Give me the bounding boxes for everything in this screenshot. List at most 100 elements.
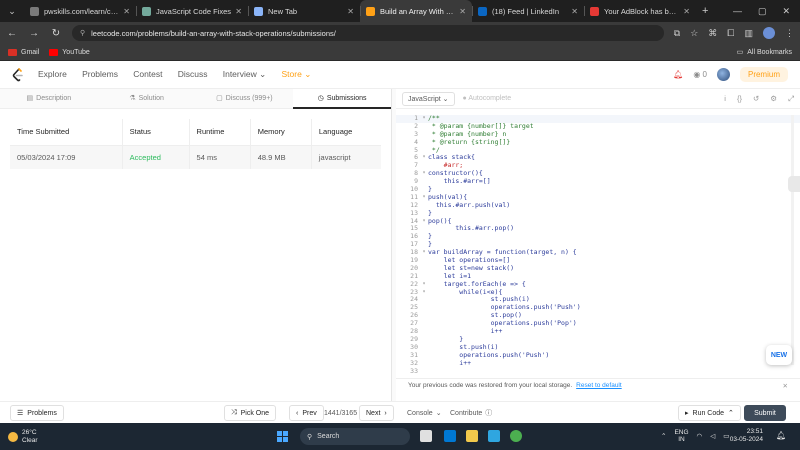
close-tab-icon[interactable]: ✕ bbox=[123, 7, 130, 16]
minimize-icon[interactable]: — bbox=[733, 6, 742, 17]
fold-chevron-icon[interactable]: ▾ bbox=[420, 281, 428, 289]
fold-chevron-icon[interactable] bbox=[420, 328, 428, 336]
new-feature-button[interactable]: NEW bbox=[766, 345, 792, 365]
browser-tab[interactable]: New Tab ✕ bbox=[248, 0, 360, 22]
windows-start-icon[interactable] bbox=[277, 431, 288, 442]
fold-chevron-icon[interactable]: ▾ bbox=[420, 170, 428, 178]
fold-chevron-icon[interactable] bbox=[420, 257, 428, 265]
browser-tab[interactable]: JavaScript Code Fixes ✕ bbox=[136, 0, 248, 22]
fold-chevron-icon[interactable] bbox=[420, 296, 428, 304]
fold-chevron-icon[interactable] bbox=[420, 202, 428, 210]
problems-button[interactable]: ☰ Problems bbox=[10, 405, 64, 421]
notification-center-icon[interactable]: 🔔︎ bbox=[776, 431, 786, 440]
next-button[interactable]: Next › bbox=[359, 405, 394, 421]
bookmark-star-icon[interactable]: ☆ bbox=[690, 28, 698, 39]
run-code-button[interactable]: ▸ Run Code ⌃ bbox=[678, 405, 741, 421]
nav-contest[interactable]: Contest bbox=[133, 69, 162, 79]
fold-chevron-icon[interactable] bbox=[420, 312, 428, 320]
tab-solution[interactable]: ⚗ Solution bbox=[98, 89, 196, 109]
browser-tab[interactable]: (18) Feed | LinkedIn ✕ bbox=[472, 0, 584, 22]
url-field[interactable]: ⚲ leetcode.com/problems/build-an-array-w… bbox=[72, 25, 664, 41]
fullscreen-icon[interactable]: ⤢ bbox=[788, 94, 794, 104]
fold-chevron-icon[interactable] bbox=[420, 123, 428, 131]
code-line[interactable]: 9 this.#arr=[] bbox=[396, 177, 800, 186]
user-avatar[interactable] bbox=[716, 68, 730, 81]
info-icon[interactable]: i bbox=[724, 94, 726, 104]
premium-button[interactable]: Premium bbox=[739, 67, 788, 82]
close-tab-icon[interactable]: ✕ bbox=[235, 7, 242, 16]
nav-problems[interactable]: Problems bbox=[82, 69, 118, 79]
code-line[interactable]: 12 this.#arr.push(val) bbox=[396, 201, 800, 210]
submit-button[interactable]: Submit bbox=[744, 405, 786, 421]
tab-search-icon[interactable]: ⌄ bbox=[0, 6, 24, 17]
back-icon[interactable]: ← bbox=[6, 28, 18, 39]
fold-chevron-icon[interactable]: ▾ bbox=[420, 154, 428, 162]
taskbar-clock[interactable]: 23:51 03-05-2024 bbox=[727, 428, 763, 444]
volume-icon[interactable]: ◁ bbox=[710, 432, 715, 440]
fold-chevron-icon[interactable]: ▾ bbox=[420, 218, 428, 226]
translate-icon[interactable]: ⧉ bbox=[674, 28, 680, 39]
edge-icon[interactable] bbox=[488, 430, 500, 442]
fold-chevron-icon[interactable] bbox=[420, 368, 428, 376]
tab-discuss[interactable]: ▢ Discuss (999+) bbox=[196, 89, 294, 109]
close-tab-icon[interactable]: ✕ bbox=[347, 7, 354, 16]
prev-button[interactable]: ‹ Prev bbox=[289, 405, 324, 421]
fold-chevron-icon[interactable] bbox=[420, 233, 428, 241]
fold-chevron-icon[interactable] bbox=[420, 147, 428, 155]
browser-tab[interactable]: Build an Array With Stack O ✕ bbox=[360, 0, 472, 22]
chrome-icon[interactable] bbox=[510, 430, 522, 442]
leetcode-logo-icon[interactable] bbox=[12, 67, 24, 82]
fold-chevron-icon[interactable] bbox=[420, 304, 428, 312]
wifi-icon[interactable]: ◠ bbox=[697, 432, 703, 440]
fold-chevron-icon[interactable]: ▾ bbox=[420, 115, 428, 123]
table-row[interactable]: 05/03/2024 17:09 Accepted 54 ms 48.9 MB … bbox=[10, 145, 381, 169]
task-view-icon[interactable] bbox=[420, 430, 432, 442]
all-bookmarks-button[interactable]: ▭ All Bookmarks bbox=[737, 48, 792, 57]
close-tab-icon[interactable]: ✕ bbox=[571, 7, 578, 16]
tab-submissions[interactable]: ◷ Submissions bbox=[293, 88, 391, 109]
braces-icon[interactable]: {} bbox=[737, 94, 742, 104]
file-explorer-icon[interactable] bbox=[466, 430, 478, 442]
fold-chevron-icon[interactable] bbox=[420, 273, 428, 281]
console-button[interactable]: Console ⌄ bbox=[407, 405, 442, 421]
fold-chevron-icon[interactable]: ▾ bbox=[420, 249, 428, 257]
side-drawer-handle[interactable] bbox=[788, 176, 800, 192]
bookmark-gmail[interactable]: Gmail bbox=[8, 48, 39, 56]
fold-chevron-icon[interactable] bbox=[420, 210, 428, 218]
editor-scrollbar[interactable] bbox=[791, 115, 794, 365]
code-line[interactable]: 33 bbox=[396, 367, 800, 376]
reset-to-default-link[interactable]: Reset to default bbox=[576, 382, 622, 389]
close-icon[interactable]: ✕ bbox=[783, 382, 788, 390]
fold-chevron-icon[interactable] bbox=[420, 241, 428, 249]
browser-menu-icon[interactable]: ⋮ bbox=[785, 28, 794, 39]
fold-chevron-icon[interactable] bbox=[420, 352, 428, 360]
sidepanel-icon[interactable]: ▥ bbox=[744, 28, 753, 39]
fold-chevron-icon[interactable] bbox=[420, 336, 428, 344]
reload-icon[interactable]: ↻ bbox=[50, 28, 62, 39]
close-tab-icon[interactable]: ✕ bbox=[683, 7, 690, 16]
taskbar-search[interactable]: ⚲ Search bbox=[300, 428, 410, 445]
fold-chevron-icon[interactable] bbox=[420, 178, 428, 186]
new-tab-button[interactable]: + bbox=[702, 5, 708, 17]
forward-icon[interactable]: → bbox=[28, 28, 40, 39]
fold-chevron-icon[interactable] bbox=[420, 225, 428, 233]
fold-chevron-icon[interactable] bbox=[420, 162, 428, 170]
fold-chevron-icon[interactable] bbox=[420, 186, 428, 194]
maximize-icon[interactable]: ▢ bbox=[758, 6, 767, 17]
code-line[interactable]: 13} bbox=[396, 209, 800, 218]
contribute-button[interactable]: Contribute ⓘ bbox=[450, 405, 492, 421]
browser-tab[interactable]: Your AdBlock has been up ✕ bbox=[584, 0, 696, 22]
teams-icon[interactable] bbox=[444, 430, 456, 442]
bookmark-youtube[interactable]: YouTube bbox=[49, 48, 90, 56]
tab-description[interactable]: ▤ Description bbox=[0, 89, 98, 109]
nav-explore[interactable]: Explore bbox=[38, 69, 67, 79]
code-line[interactable]: 32 i++ bbox=[396, 359, 800, 368]
streak[interactable]: ◉ 0 bbox=[693, 70, 707, 79]
fold-chevron-icon[interactable] bbox=[420, 131, 428, 139]
fold-chevron-icon[interactable]: ▾ bbox=[420, 194, 428, 202]
fold-chevron-icon[interactable] bbox=[420, 139, 428, 147]
code-line[interactable]: 15 this.#arr.pop() bbox=[396, 225, 800, 233]
nav-discuss[interactable]: Discuss bbox=[178, 69, 208, 79]
nav-store[interactable]: Store ⌄ bbox=[281, 69, 311, 79]
extension-icon[interactable]: ⌘ bbox=[708, 28, 717, 39]
